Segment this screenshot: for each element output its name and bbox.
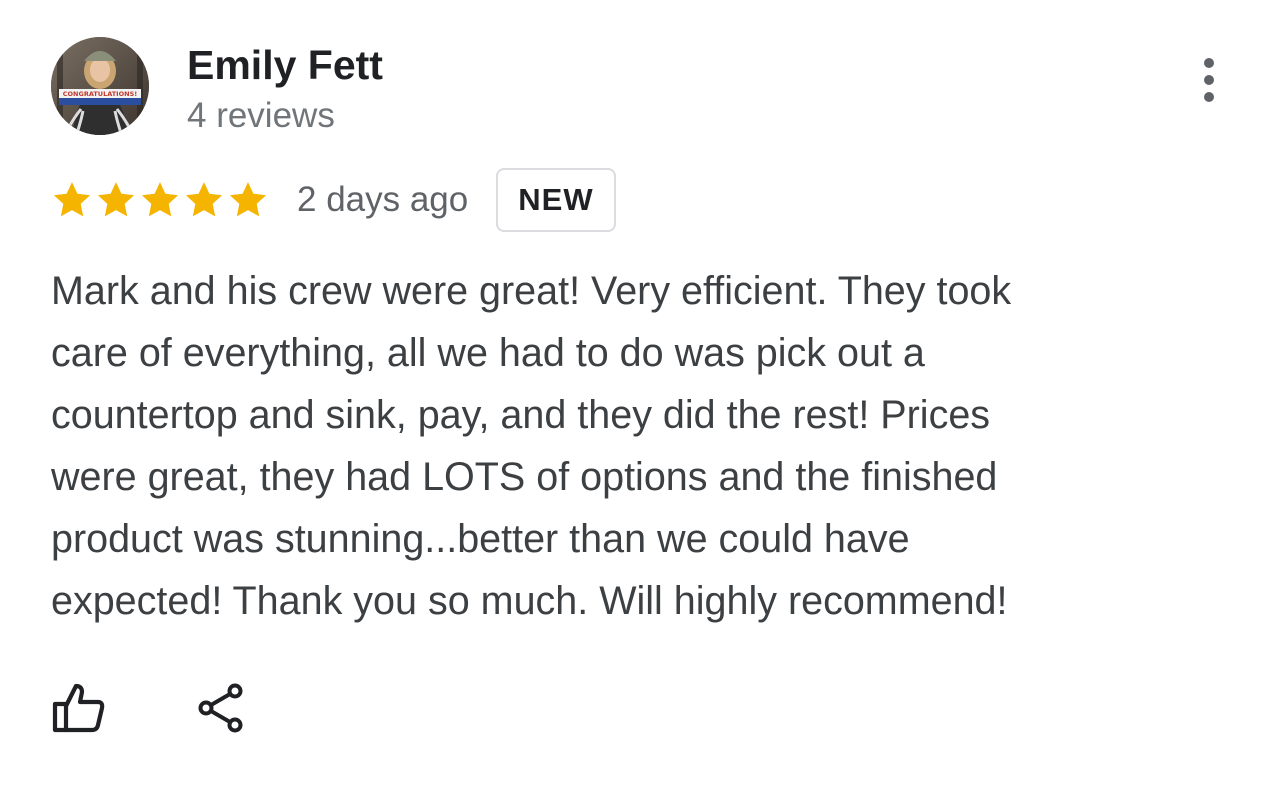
avatar-banner-text: CONGRATULATIONS! [63,90,137,98]
more-vert-icon [1204,58,1214,68]
more-vert-icon-dot [1204,75,1214,85]
share-icon [198,683,243,733]
author-review-count[interactable]: 4 reviews [187,94,335,138]
avatar-photo: CONGRATULATIONS! [51,37,149,135]
review-text: Mark and his crew were great! Very effic… [51,269,1012,623]
new-badge: NEW [496,168,616,232]
star-icon [185,182,223,217]
star-icon [229,182,267,217]
rating-row: 2 days ago NEW [51,167,616,233]
review-card: CONGRATULATIONS! Emily Fett 4 reviews 2 … [0,0,1284,803]
review-date: 2 days ago [297,180,469,219]
like-button[interactable] [51,680,107,736]
star-icon [141,182,179,217]
author-name[interactable]: Emily Fett [187,40,383,90]
star-rating [51,179,269,221]
review-actions [51,680,249,736]
share-button[interactable] [193,680,249,736]
star-icon [97,182,135,217]
more-options-button[interactable] [1186,52,1232,108]
more-vert-icon-dot [1204,92,1214,102]
author-avatar[interactable]: CONGRATULATIONS! [51,37,149,135]
star-icon [53,182,91,217]
thumbs-up-icon [52,683,105,733]
